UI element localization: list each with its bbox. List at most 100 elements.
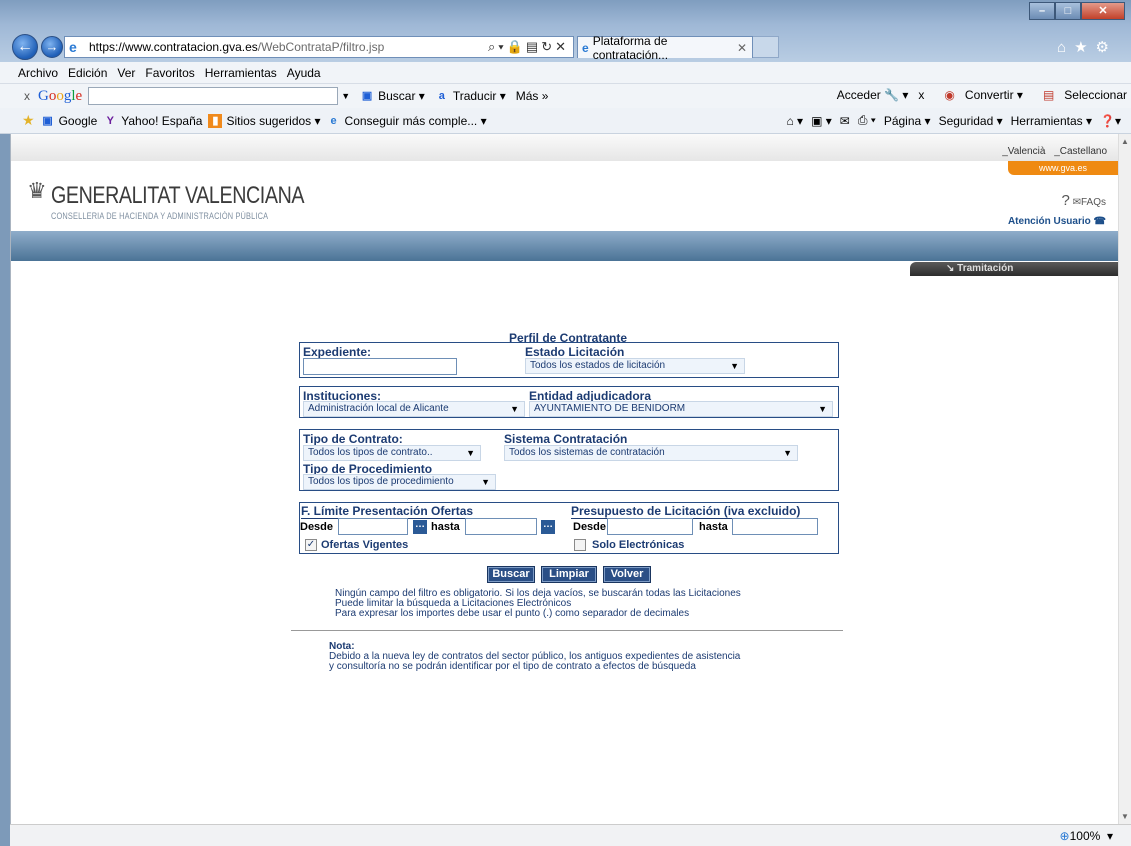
fecha-hasta-input[interactable] [465,518,537,535]
menu-edicion[interactable]: Edición [68,66,107,80]
menu-seguridad[interactable]: Seguridad ▾ [939,114,1003,128]
print-icon[interactable]: ⎙ ▾ [858,113,876,128]
google-search-icon: ▣ [361,90,373,102]
new-tab-button[interactable] [753,36,779,58]
importe-hasta-input[interactable] [732,518,818,535]
chevron-down-icon: ▼ [510,404,519,414]
address-tools-icons[interactable]: ⌕▾🔒▤↻✕ [488,39,569,55]
tab-title: Plataforma de contratación... [592,33,669,62]
fecha-hasta-calendar-button[interactable]: … [541,520,555,534]
menu-ver[interactable]: Ver [117,66,135,80]
tab-active[interactable]: e Plataforma de contratación... ✕ [577,34,753,62]
tipo-contrato-label: Tipo de Contrato: [303,432,403,446]
feeds-icon[interactable]: ▣ ▾ [811,114,832,128]
signin-button[interactable]: Acceder 🔧 ▾ [827,88,909,102]
presupuesto-label: Presupuesto de Licitación (iva excluido) [571,504,801,519]
sistema-label: Sistema Contratación [504,432,628,446]
expediente-input[interactable] [303,358,457,375]
language-strip: _Valencià _Castellano [11,134,1118,161]
volver-button[interactable]: Volver [603,566,651,583]
menu-bar: Archivo Edición Ver Favoritos Herramient… [0,62,1131,84]
ofertas-vigentes-label: Ofertas Vigentes [321,539,409,551]
logo-title: GENERALITAT VALENCIANA [51,182,305,209]
google-search-button[interactable]: ▣ Buscar ▾ [360,89,425,103]
help-text: Ningún campo del filtro es obligatorio. … [335,589,741,619]
select-icon: ▤ [1042,88,1055,102]
procedimiento-select[interactable]: Todos los tipos de procedimiento ▼ [303,474,496,490]
estado-label: Estado Licitación [525,345,625,359]
favorites-star-icon[interactable]: ★ [22,112,35,129]
suggested-sites-icon: ▮ [208,113,223,128]
forward-button[interactable]: → [41,36,63,58]
menu-ayuda[interactable]: Ayuda [287,66,321,80]
buscar-button[interactable]: Buscar [487,566,535,583]
favorite-suggested-sites[interactable]: ▮ Sitios sugeridos ▾ [208,113,321,128]
scroll-down-icon[interactable]: ▼ [1121,812,1129,821]
favorite-google[interactable]: ▣ Google [41,114,97,128]
solo-electronicas-checkbox[interactable] [574,539,586,551]
entidad-select[interactable]: AYUNTAMIENTO DE BENIDORM ▼ [529,401,833,417]
importe-desde-input[interactable] [607,518,693,535]
ie-page-icon: e [69,39,77,55]
more-button[interactable]: Más » [516,89,549,103]
translate-icon: a [438,90,445,102]
google-search-dropdown-icon[interactable]: ▼ [341,91,350,101]
yahoo-icon: Y [106,114,114,127]
translate-button[interactable]: a Traducir ▾ [435,89,506,103]
generalitat-emblem-icon: ♛ [27,178,47,203]
ofertas-vigentes-checkbox[interactable]: ✓ [305,539,317,551]
logo-subtitle: CONSELLERIA DE HACIENDA Y ADMINISTRACIÓN… [51,211,269,221]
menu-herramientas[interactable]: Herramientas [205,66,277,80]
importe-desde-label: Desde [573,521,607,533]
zoom-icon: ⊕ [1059,829,1070,843]
faqs-link[interactable]: ? ✉FAQs [1061,192,1106,209]
home-icon[interactable]: ⌂ ▾ [786,114,803,128]
address-bar[interactable]: e https://www.contratacion.gva.es/WebCon… [64,36,574,58]
faqs-mail-icon: ✉ [1072,197,1081,208]
gva-link[interactable]: www.gva.es [1008,161,1118,175]
vertical-scrollbar[interactable]: ▲ ▼ [1118,134,1131,824]
divider [291,630,843,631]
mail-icon[interactable]: ✉ [840,114,850,128]
fecha-desde-input[interactable] [338,518,408,535]
minimize-button[interactable]: – [1029,2,1055,20]
fecha-desde-calendar-button[interactable]: … [413,520,427,534]
lang-valencia-link[interactable]: _Valencià [1002,146,1045,157]
scroll-up-icon[interactable]: ▲ [1121,137,1129,146]
estado-select[interactable]: Todos los estados de licitación ▼ [525,358,745,374]
command-bar: ⌂ ▾ ▣ ▾ ✉ ⎙ ▾ Página ▾ Seguridad ▾ Herra… [778,113,1121,128]
toolbar-close-icon[interactable]: x [24,89,30,103]
favorite-get-more[interactable]: e Conseguir más comple... ▾ [327,114,486,128]
limpiar-button[interactable]: Limpiar [541,566,597,583]
lang-castellano-link[interactable]: _Castellano [1054,146,1107,157]
chevron-down-icon: ▼ [818,404,827,414]
zoom-control[interactable]: ⊕100% ▾ [1060,829,1113,843]
url-path: /WebContrataP/filtro.jsp [257,40,385,54]
menu-pagina[interactable]: Página ▾ [884,114,931,128]
select-button[interactable]: ▤ Seleccionar [1033,88,1127,102]
back-button[interactable]: ← [12,34,38,60]
instituciones-select[interactable]: Administración local de Alicante ▼ [303,401,525,417]
header-band [11,231,1118,261]
maximize-button[interactable]: □ [1055,2,1081,20]
menu-favoritos[interactable]: Favoritos [145,66,194,80]
home-favorites-tools-icons[interactable]: ⌂★⚙ [1057,38,1117,56]
tab-close-icon[interactable]: ✕ [737,41,747,55]
google-logo: Google [38,87,83,104]
chevron-down-icon: ▼ [466,448,475,458]
arrow-down-right-icon: ↘ [946,263,955,274]
favorite-yahoo[interactable]: Y Yahoo! España [103,114,203,128]
tipo-contrato-select[interactable]: Todos los tipos de contrato.. ▼ [303,445,481,461]
google-search-input[interactable] [88,87,339,105]
atencion-usuario-link[interactable]: Atención Usuario ☎ [1008,216,1106,227]
sistema-select[interactable]: Todos los sistemas de contratación ▼ [504,445,798,461]
menu-herramientas-cmd[interactable]: Herramientas ▾ [1011,114,1092,128]
menu-archivo[interactable]: Archivo [18,66,58,80]
convert-button[interactable]: ◉ Convertir ▾ [934,88,1023,102]
close-x-icon[interactable]: x [918,88,924,102]
window-titlebar: – □ ✕ ← → e https://www.contratacion.gva… [0,0,1131,62]
tramitacion-tab[interactable]: ↘ Tramitación [910,262,1118,276]
help-icon[interactable]: ❓▾ [1100,114,1121,128]
close-button[interactable]: ✕ [1081,2,1125,20]
ie-icon: e [330,114,337,127]
